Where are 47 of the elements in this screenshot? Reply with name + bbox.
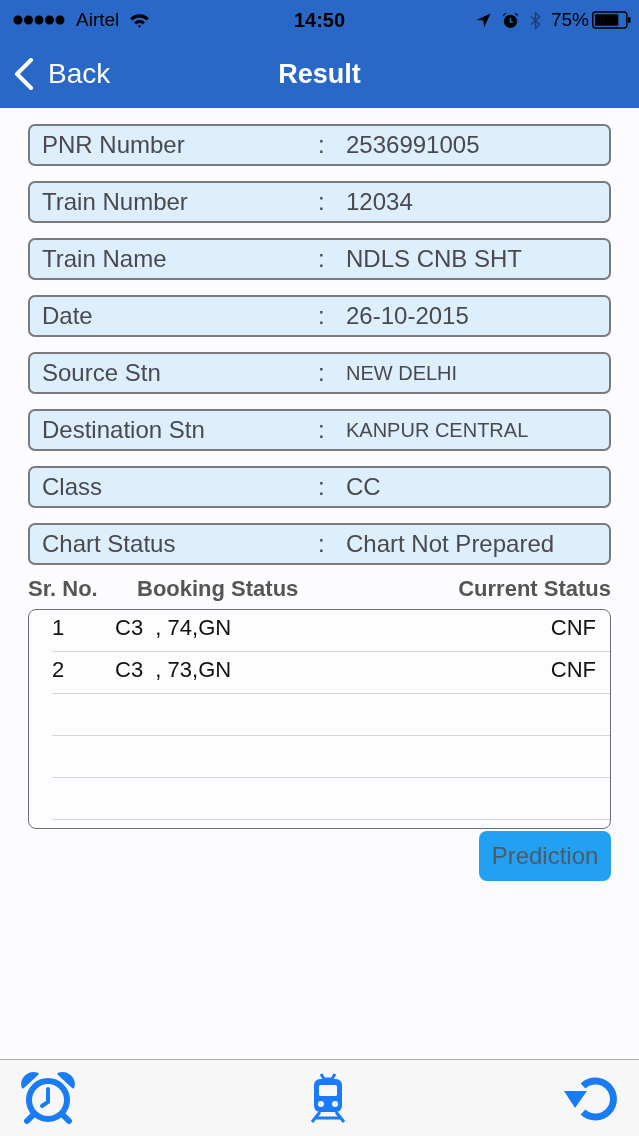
detail-value: CC [346,473,382,501]
detail-label: Date [42,302,94,330]
detail-label: Destination Stn [42,416,206,444]
wifi-icon [129,12,151,28]
train-icon[interactable] [309,1072,346,1124]
detail-value: NEW DELHI [346,361,459,385]
column-header: Current Status [458,576,611,602]
detail-separator: : [318,530,326,558]
detail-separator: : [318,473,326,501]
detail-value: 26-10-2015 [346,302,470,330]
clock-time: 14:50 [293,8,346,32]
detail-label: PNR Number [42,131,186,159]
carrier-name: Airtel [76,9,120,31]
detail-label: Class [42,473,103,501]
detail-separator: : [318,131,326,159]
column-header: Sr. No. [28,576,99,602]
detail-separator: : [318,302,326,330]
back-button[interactable]: Back [14,58,111,90]
table-cell-text: C3 , 74,GN [115,614,233,641]
table-cell-text: 2 [52,656,66,683]
detail-label: Train Number [42,188,189,216]
detail-separator: : [318,245,326,273]
column-header: Booking Status [137,576,300,602]
battery-percentage: 75% [550,9,589,31]
alarm-clock-icon [501,11,519,29]
detail-value: NDLS CNB SHT [346,245,524,273]
table-cell-text: CNF [550,614,597,641]
detail-label: Train Name [42,245,168,273]
signal-icon [11,15,67,25]
detail-value: KANPUR CENTRAL [346,418,530,442]
location-arrow-icon [475,12,491,28]
alarm-clock-icon[interactable] [20,1071,76,1125]
bluetooth-icon [529,10,541,30]
detail-value: 12034 [346,188,414,216]
detail-separator: : [318,188,326,216]
detail-label: Chart Status [42,530,177,558]
detail-separator: : [318,416,326,444]
detail-separator: : [318,359,326,387]
battery-icon [592,11,631,29]
table-cell-text: CNF [550,656,597,683]
chevron-left-icon [14,58,34,90]
screen-title: Result [278,58,361,90]
detail-label: Source Stn [42,359,162,387]
detail-value: Chart Not Prepared [346,530,556,558]
table-cell-text: 1 [52,614,66,641]
detail-value: 2536991005 [346,131,481,159]
table-cell-text: C3 , 73,GN [115,656,233,683]
